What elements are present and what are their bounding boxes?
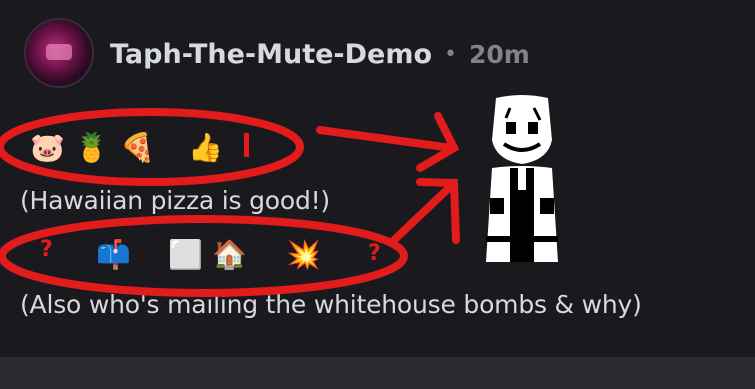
white-square-emoji-icon: ⬜ <box>168 238 203 271</box>
post-header: Taph-The-Mute-Demo • 20m <box>110 34 530 74</box>
username-link[interactable]: Taph-The-Mute-Demo <box>110 39 432 70</box>
arrow-head-top <box>416 112 460 172</box>
pig-emoji-icon: 🐷 <box>30 131 65 164</box>
pineapple-emoji-icon: 🍍 <box>74 131 109 164</box>
caption-hawaiian-pizza: (Hawaiian pizza is good!) <box>20 186 330 215</box>
caption-mailing-bombs: (Also who's mailing the whitehouse bombs… <box>20 290 642 319</box>
explosion-emoji-icon: 💥 <box>286 238 321 271</box>
footer-bar <box>0 357 755 389</box>
arrow-shaft-top <box>316 126 456 152</box>
annotation-ellipse-bottom <box>0 215 408 297</box>
avatar[interactable] <box>24 18 94 88</box>
post-timestamp[interactable]: 20m <box>469 40 530 69</box>
question-mark-icon: ? <box>40 237 53 262</box>
arrow-head-bottom <box>416 178 460 244</box>
question-mark-icon: ? <box>368 241 381 266</box>
mailbox-emoji-icon: 📫 <box>96 238 131 271</box>
separator-dot: • <box>444 41 458 67</box>
house-emoji-icon: 🏠 <box>212 238 247 271</box>
red-bar-mark <box>244 133 249 157</box>
pizza-emoji-icon: 🍕 <box>120 131 155 164</box>
gaster-sprite <box>486 95 558 262</box>
arrow-shaft-bottom <box>388 181 456 246</box>
thumbs-up-emoji-icon: 👍 <box>188 131 223 164</box>
